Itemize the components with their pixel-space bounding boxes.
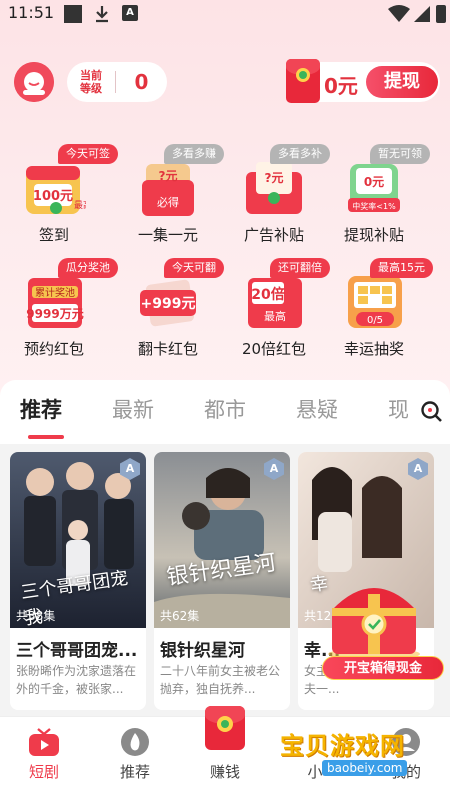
app-notification-icon: A bbox=[122, 5, 138, 21]
task-badge: 多看多补 bbox=[270, 144, 330, 164]
task-icon-text: +999元 bbox=[141, 296, 196, 312]
task-badge: 暂无可领 bbox=[370, 144, 430, 164]
task-lucky-draw[interactable]: 0/5 最高15元 幸运抽奖 bbox=[326, 258, 433, 368]
task-icon-sub: 最高 bbox=[74, 199, 86, 211]
notification-icon bbox=[64, 5, 82, 23]
task-icon-text: 0元 bbox=[364, 175, 384, 189]
signal-icon bbox=[414, 5, 430, 23]
drama-card[interactable]: 三个哥哥团宠我 A 共38集 三个哥哥团宠... 张盼晞作为沈家遗落在外的千金，… bbox=[10, 452, 146, 710]
task-label: 签到 bbox=[38, 226, 69, 244]
nav-recommend[interactable]: 推荐 bbox=[95, 717, 175, 800]
multiplier-icon: 20倍 最高 bbox=[244, 272, 306, 332]
watermark-title: 宝贝游戏网 bbox=[280, 732, 405, 760]
task-label: 提现补贴 bbox=[343, 226, 404, 244]
nav-label: 赚钱 bbox=[209, 763, 240, 781]
task-icon-sub: 最高 bbox=[264, 309, 286, 323]
tab-more[interactable]: 现 bbox=[388, 394, 409, 424]
task-icon-sub: 必得 bbox=[157, 196, 179, 209]
drama-poster bbox=[154, 452, 290, 628]
task-label: 翻卡红包 bbox=[137, 340, 198, 358]
task-icon-sub: 累计奖池 bbox=[35, 286, 75, 299]
red-envelope-icon bbox=[205, 706, 245, 750]
red-envelope-icon: ?元 bbox=[244, 158, 306, 218]
balance-amount: 0元 bbox=[324, 74, 358, 98]
site-watermark: 宝贝游戏网 baobeiy.com bbox=[270, 726, 446, 788]
prize-pool-icon: 累计奖池 9999万元 bbox=[24, 272, 86, 332]
task-label: 一集一元 bbox=[137, 226, 198, 244]
task-badge: 最高15元 bbox=[370, 258, 433, 278]
nav-label: 推荐 bbox=[119, 763, 150, 781]
withdraw-button[interactable]: 提现 bbox=[366, 66, 438, 98]
search-icon[interactable] bbox=[420, 400, 444, 424]
task-sign-in[interactable]: 100元 最高 今天可签 签到 bbox=[6, 144, 118, 254]
tab-recommended[interactable]: 推荐 bbox=[20, 394, 62, 424]
task-20x-bonus[interactable]: 20倍 最高 还可翻倍 20倍红包 bbox=[226, 258, 330, 368]
tab-urban[interactable]: 都市 bbox=[204, 394, 246, 424]
task-icon-text: 0/5 bbox=[367, 315, 383, 326]
task-episode-yuan[interactable]: ?元 必得 多看多赚 一集一元 bbox=[120, 144, 224, 254]
task-withdraw-subsidy[interactable]: 0元 中奖率<1% 暂无可领 提现补贴 bbox=[326, 144, 430, 254]
status-time: 11:51 bbox=[8, 3, 55, 22]
battery-icon bbox=[436, 5, 446, 23]
card-icon: +999元 bbox=[138, 272, 200, 332]
task-badge: 今天可签 bbox=[58, 144, 118, 164]
task-icon-text: ?元 bbox=[159, 169, 178, 183]
task-icon-text: 20倍 bbox=[251, 286, 284, 303]
task-badge: 还可翻倍 bbox=[270, 258, 330, 278]
task-icon-text: 100元 bbox=[33, 189, 73, 204]
task-flip-card[interactable]: +999元 今天可翻 翻卡红包 bbox=[120, 258, 224, 368]
episode-count: 共38集 bbox=[16, 609, 56, 623]
tab-suspense[interactable]: 悬疑 bbox=[296, 394, 338, 424]
wifi-icon bbox=[388, 5, 410, 23]
nav-label: 短剧 bbox=[28, 763, 59, 781]
red-envelope-icon: 0元 中奖率<1% bbox=[344, 158, 406, 218]
red-envelope-icon bbox=[286, 59, 320, 103]
task-label: 幸运抽奖 bbox=[343, 340, 404, 358]
drama-description: 张盼晞作为沈家遗落在外的千金，被张家... bbox=[16, 664, 137, 696]
drama-title: 银针织星河 bbox=[160, 641, 245, 661]
level-label: 当前 等级 bbox=[80, 69, 102, 95]
calendar-icon: 100元 最高 bbox=[24, 158, 92, 218]
avatar[interactable] bbox=[14, 62, 54, 102]
status-bar: 11:51 A bbox=[0, 0, 450, 28]
tab-latest[interactable]: 最新 bbox=[112, 394, 154, 424]
tab-indicator bbox=[28, 435, 64, 439]
nav-short-drama[interactable]: 短剧 bbox=[4, 717, 84, 800]
task-label: 广告补贴 bbox=[243, 226, 304, 244]
task-icon-text: 9999万元 bbox=[26, 307, 83, 321]
task-icon-sub: 中奖率<1% bbox=[352, 201, 396, 211]
wallet-pill: 0元 提现 bbox=[286, 59, 440, 103]
watermark-url: baobeiy.com bbox=[322, 760, 408, 776]
tv-icon bbox=[28, 727, 60, 757]
flame-icon bbox=[119, 727, 151, 757]
task-badge: 今天可翻 bbox=[164, 258, 224, 278]
task-badge: 瓜分奖池 bbox=[58, 258, 118, 278]
task-badge: 多看多赚 bbox=[164, 144, 224, 164]
episode-count: 共62集 bbox=[160, 609, 200, 623]
level-pill[interactable]: 当前 等级 0 bbox=[67, 62, 167, 102]
drama-title: 三个哥哥团宠... bbox=[16, 641, 138, 661]
level-value: 0 bbox=[134, 70, 149, 94]
lottery-icon: 0/5 bbox=[344, 272, 406, 332]
task-ad-subsidy[interactable]: ?元 多看多补 广告补贴 bbox=[226, 144, 330, 254]
task-reserve-bonus[interactable]: 累计奖池 9999万元 瓜分奖池 预约红包 bbox=[6, 258, 118, 368]
treasure-label[interactable]: 开宝箱得现金 bbox=[322, 656, 444, 680]
drama-description: 二十八年前女主被老公抛弃，独自抚养... bbox=[160, 664, 281, 696]
task-label: 20倍红包 bbox=[241, 340, 307, 358]
drama-card[interactable]: 银针织星河 A 共62集 银针织星河 二十八年前女主被老公抛弃，独自抚养... bbox=[154, 452, 290, 710]
task-icon-text: ?元 bbox=[265, 171, 284, 185]
task-label: 预约红包 bbox=[23, 340, 84, 358]
red-envelope-icon: ?元 必得 bbox=[138, 158, 200, 218]
download-icon bbox=[94, 5, 110, 23]
